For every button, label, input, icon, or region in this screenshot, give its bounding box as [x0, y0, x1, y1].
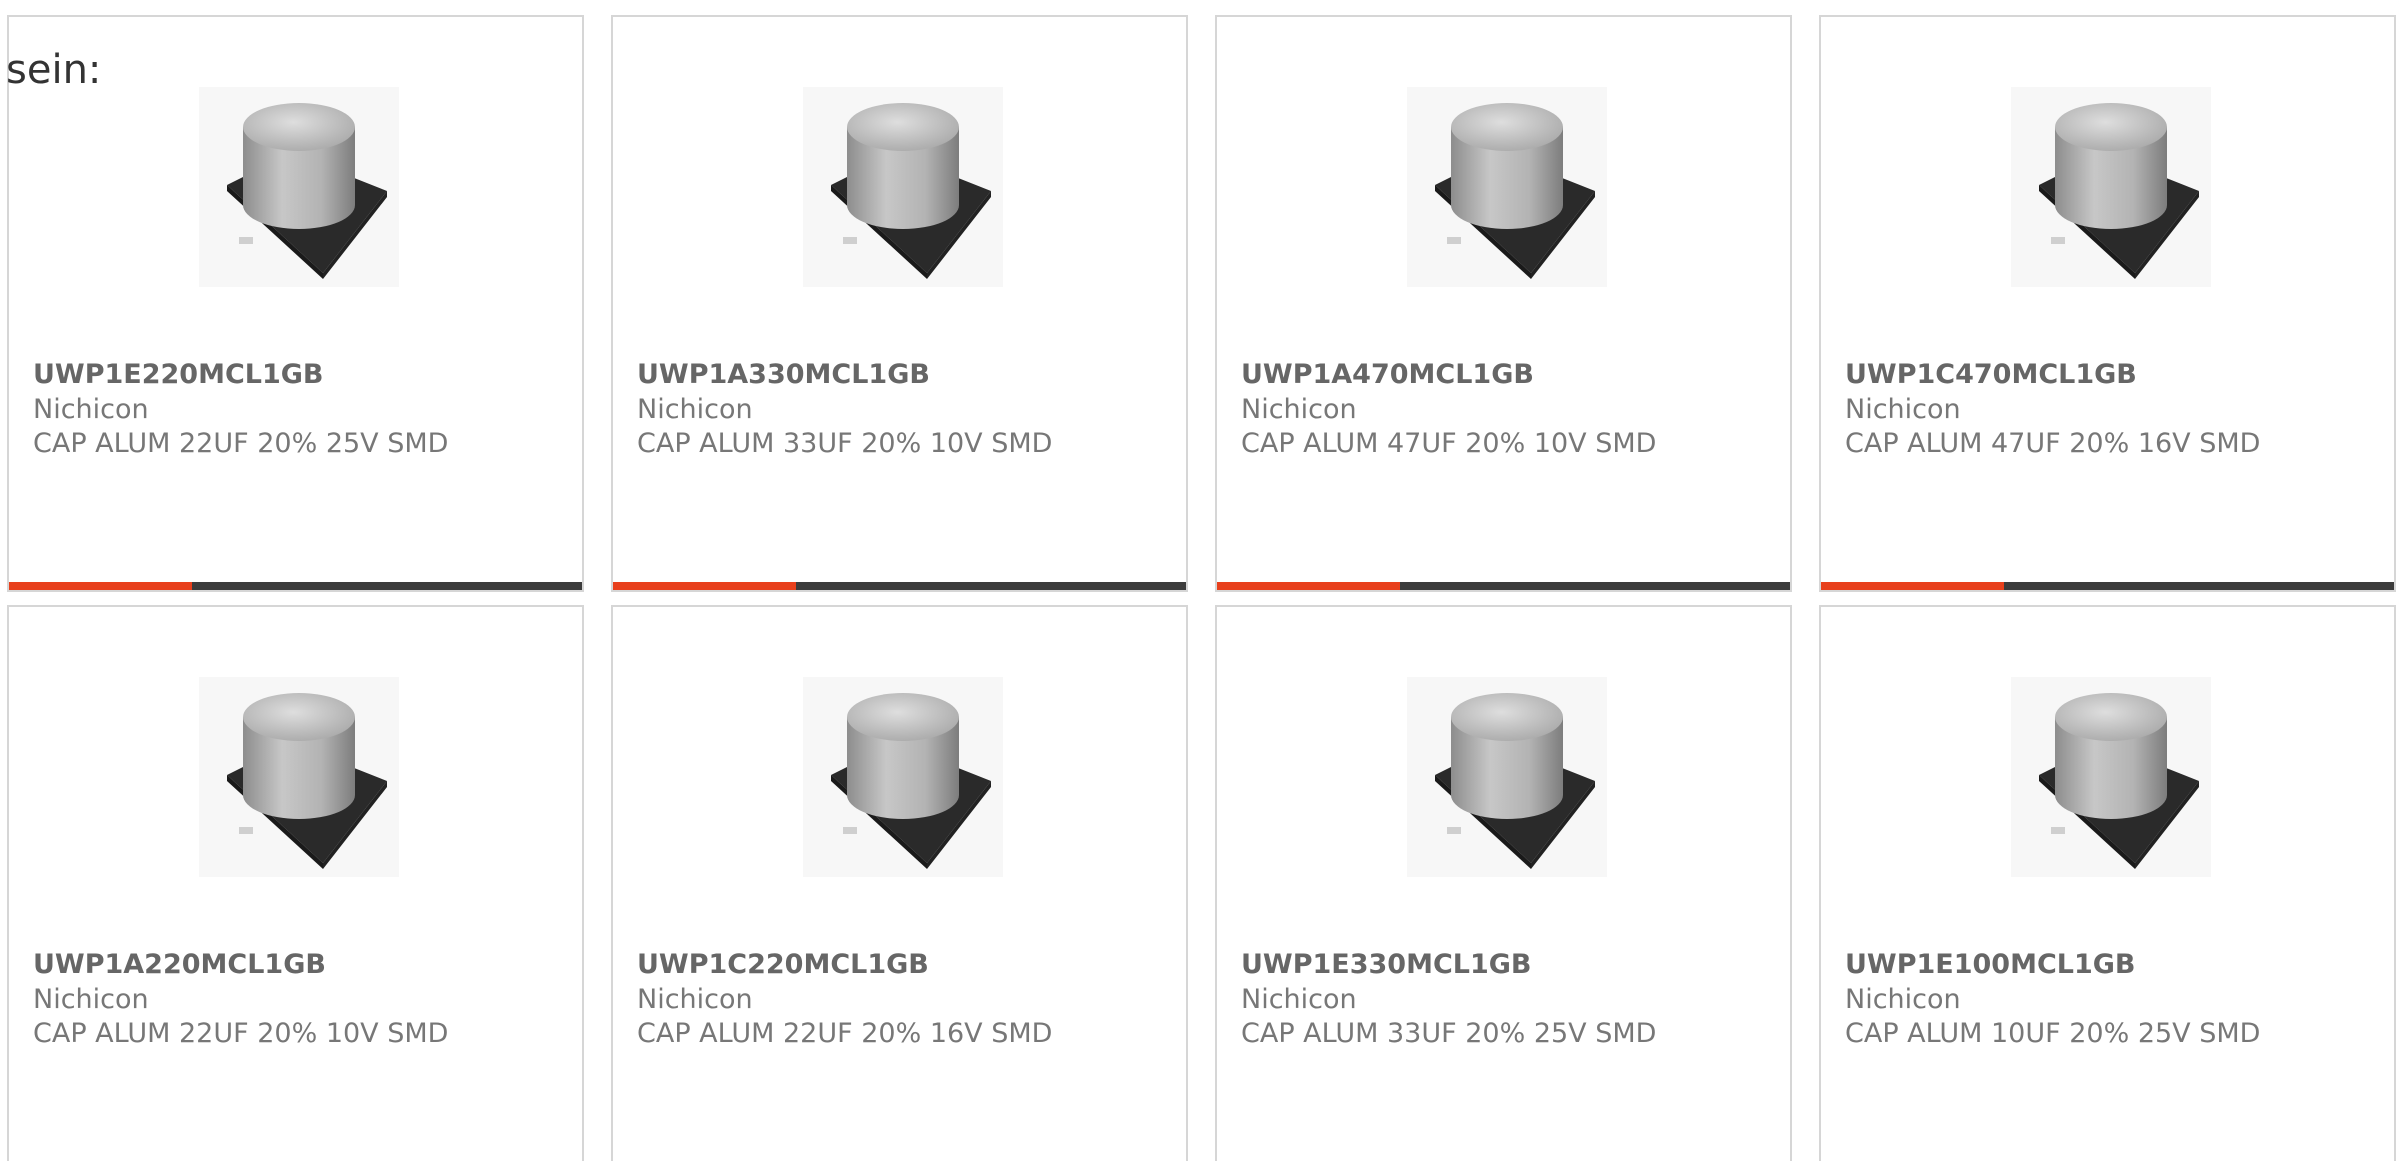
product-part-number[interactable]: UWP1A220MCL1GB [33, 947, 326, 983]
product-manufacturer: Nichicon [1845, 394, 1961, 425]
product-card[interactable]: UWP1E220MCL1GB Nichicon CAP ALUM 22UF 20% … [7, 15, 584, 592]
product-card[interactable]: UWP1A470MCL1GB Nichicon CAP ALUM 47UF 20% … [1215, 15, 1792, 592]
intro-text: sein: [6, 47, 102, 93]
product-description: CAP ALUM 33UF 20% 10V SMD [637, 428, 1053, 459]
capacitor-image [1407, 677, 1607, 877]
product-description: CAP ALUM 10UF 20% 25V SMD [1845, 1018, 2261, 1049]
product-card[interactable]: UWP1C470MCL1GB Nichicon CAP ALUM 47UF 20% … [1819, 15, 2396, 592]
product-description: CAP ALUM 22UF 20% 16V SMD [637, 1018, 1053, 1049]
card-bottom-bar [613, 582, 1186, 590]
card-bottom-bar [1217, 582, 1790, 590]
product-part-number[interactable]: UWP1E100MCL1GB [1845, 947, 2136, 983]
product-manufacturer: Nichicon [1241, 394, 1357, 425]
product-part-number[interactable]: UWP1A330MCL1GB [637, 357, 930, 393]
card-accent-bar [1821, 582, 2004, 590]
product-part-number[interactable]: UWP1E330MCL1GB [1241, 947, 1532, 983]
product-manufacturer: Nichicon [1845, 984, 1961, 1015]
capacitor-image [2011, 87, 2211, 287]
product-part-number[interactable]: UWP1E220MCL1GB [33, 357, 324, 393]
product-manufacturer: Nichicon [1241, 984, 1357, 1015]
product-card[interactable]: UWP1E330MCL1GB Nichicon CAP ALUM 33UF 20% … [1215, 605, 1792, 1161]
capacitor-image [199, 87, 399, 287]
product-description: CAP ALUM 33UF 20% 25V SMD [1241, 1018, 1657, 1049]
capacitor-image [199, 677, 399, 877]
product-description: CAP ALUM 47UF 20% 10V SMD [1241, 428, 1657, 459]
product-manufacturer: Nichicon [637, 984, 753, 1015]
product-part-number[interactable]: UWP1A470MCL1GB [1241, 357, 1534, 393]
card-accent-bar [1217, 582, 1400, 590]
product-card[interactable]: UWP1E100MCL1GB Nichicon CAP ALUM 10UF 20% … [1819, 605, 2396, 1161]
product-card[interactable]: UWP1A330MCL1GB Nichicon CAP ALUM 33UF 20% … [611, 15, 1188, 592]
capacitor-image [803, 87, 1003, 287]
card-bottom-bar [1821, 582, 2394, 590]
capacitor-image [2011, 677, 2211, 877]
product-part-number[interactable]: UWP1C470MCL1GB [1845, 357, 2137, 393]
card-accent-bar [613, 582, 796, 590]
product-manufacturer: Nichicon [33, 984, 149, 1015]
product-description: CAP ALUM 22UF 20% 10V SMD [33, 1018, 449, 1049]
product-manufacturer: Nichicon [637, 394, 753, 425]
product-description: CAP ALUM 22UF 20% 25V SMD [33, 428, 449, 459]
card-accent-bar [9, 582, 192, 590]
product-description: CAP ALUM 47UF 20% 16V SMD [1845, 428, 2261, 459]
card-bottom-bar [9, 582, 582, 590]
product-part-number[interactable]: UWP1C220MCL1GB [637, 947, 929, 983]
product-card[interactable]: UWP1A220MCL1GB Nichicon CAP ALUM 22UF 20% … [7, 605, 584, 1161]
page: sein: UWP1E220MCL1GB Nichicon CAP ALUM 22U… [0, 0, 2400, 1161]
capacitor-image [803, 677, 1003, 877]
product-manufacturer: Nichicon [33, 394, 149, 425]
capacitor-image [1407, 87, 1607, 287]
product-card[interactable]: UWP1C220MCL1GB Nichicon CAP ALUM 22UF 20% … [611, 605, 1188, 1161]
